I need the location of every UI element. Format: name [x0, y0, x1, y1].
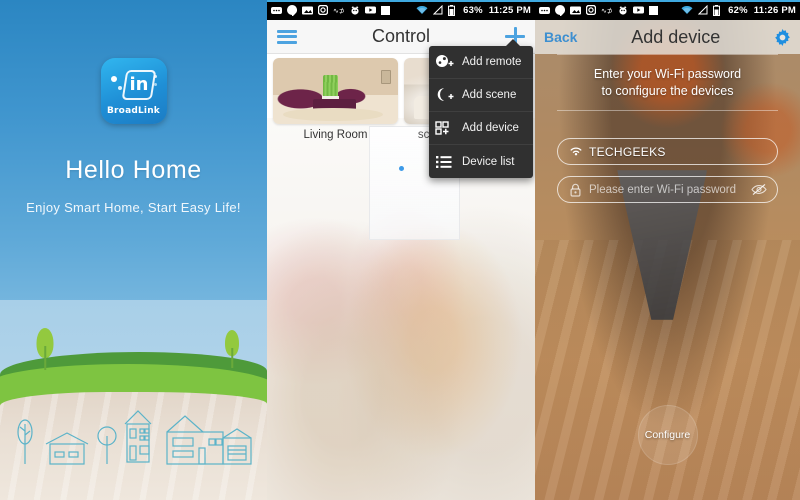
- status-bar: ∿⊅ 63% 11:25 PM: [267, 0, 535, 20]
- eye-off-icon[interactable]: [751, 183, 767, 197]
- app-icon: [618, 5, 628, 15]
- hangouts-icon: [287, 4, 297, 16]
- wifi-password-field[interactable]: Please enter Wi-Fi password: [557, 176, 778, 203]
- remote-add-icon: [435, 53, 455, 71]
- instagram-icon: [586, 5, 596, 15]
- panel-splash-screen: in BroadLink Hello Home Enjoy Smart Home…: [0, 0, 267, 500]
- wifi-icon: [681, 5, 693, 15]
- battery-percent: 63%: [463, 4, 483, 16]
- instructions-text: Enter your Wi-Fi password to configure t…: [535, 55, 800, 110]
- broadlink-app-icon: in BroadLink: [100, 58, 167, 124]
- screenshot-icon: [302, 6, 313, 15]
- panel-control-screen: ∿⊅ 63% 11:25 PM Control Living Room Add …: [267, 0, 535, 500]
- wifi-ssid-field[interactable]: TECHGEEKS: [557, 138, 778, 165]
- wifi-ssid-value: TECHGEEKS: [589, 144, 666, 159]
- small-tree-outline-icon: [17, 419, 33, 464]
- moon-add-icon: [435, 86, 455, 104]
- instagram-icon: [318, 5, 328, 15]
- wifi-icon: [416, 5, 428, 15]
- messages-icon: [539, 6, 550, 15]
- popup-arrow: [505, 39, 521, 47]
- menu-item-add-scene[interactable]: Add scene: [429, 79, 533, 112]
- menu-item-label: Device list: [462, 155, 515, 168]
- app-icon: [350, 5, 360, 15]
- unknown-square-icon: [649, 5, 658, 15]
- hangouts-icon: [555, 4, 565, 16]
- broadlink-logo-container: in BroadLink: [0, 58, 267, 124]
- house-medium-outline-icon: [124, 410, 152, 463]
- status-bar-accent-line: [267, 0, 535, 2]
- status-bar-clock: 11:26 PM: [753, 4, 796, 16]
- house-small-outline-icon: [45, 432, 89, 465]
- logo-dot-icon: [117, 85, 122, 90]
- youtube-icon: [633, 6, 644, 14]
- status-bar-accent-line: [535, 0, 800, 2]
- signal-icon: [698, 5, 708, 15]
- living-room-thumbnail: [273, 58, 398, 124]
- add-popup-menu: Add remote Add scene Add device Device l…: [429, 39, 533, 178]
- list-icon: [435, 153, 455, 171]
- wd-icon: ∿⊅: [601, 6, 613, 14]
- signal-icon: [433, 5, 443, 15]
- svg-text:∿⊅: ∿⊅: [333, 7, 345, 14]
- menu-item-label: Add remote: [462, 56, 522, 68]
- broadlink-mark-icon: in: [110, 67, 158, 105]
- gear-icon[interactable]: [774, 28, 791, 46]
- battery-icon: [448, 4, 456, 16]
- wifi-password-placeholder: Please enter Wi-Fi password: [589, 183, 736, 196]
- lock-icon: [568, 182, 583, 197]
- status-bar: ∿⊅ 62% 11:26 PM: [535, 0, 800, 20]
- unknown-square-icon: [381, 5, 390, 15]
- panel-add-device-screen: ∿⊅ 62% 11:26 PM Back Add device Enter yo…: [535, 0, 800, 500]
- round-tree-outline-icon: [97, 426, 117, 464]
- menu-item-label: Add scene: [462, 89, 517, 101]
- logo-dot-icon: [110, 75, 117, 82]
- logo-dot-icon: [153, 82, 157, 86]
- divider-bottom: [557, 110, 778, 111]
- logo-dot-icon: [153, 74, 157, 78]
- page-dot-active[interactable]: [398, 166, 404, 171]
- menu-item-add-remote[interactable]: Add remote: [429, 46, 533, 79]
- house-large-outline-icon: [166, 415, 252, 465]
- splash-subtitle: Enjoy Smart Home, Start Easy Life!: [26, 200, 241, 215]
- three-panel-screenshot: in BroadLink Hello Home Enjoy Smart Home…: [0, 0, 800, 500]
- wifi-icon: [568, 144, 583, 159]
- configure-button[interactable]: Configure: [637, 405, 698, 465]
- battery-percent: 62%: [728, 4, 748, 16]
- splash-title: Hello Home: [65, 156, 202, 184]
- youtube-icon: [365, 6, 376, 14]
- app-bar: Back Add device: [535, 20, 800, 54]
- menu-item-label: Add device: [462, 122, 519, 134]
- room-card[interactable]: Living Room: [273, 58, 398, 150]
- wd-icon: ∿⊅: [333, 6, 345, 14]
- status-bar-clock: 11:25 PM: [488, 4, 531, 16]
- menu-item-add-device[interactable]: Add device: [429, 112, 533, 145]
- page-title: Control: [371, 26, 431, 46]
- menu-item-device-list[interactable]: Device list: [429, 145, 533, 178]
- logo-brand-text: BroadLink: [106, 105, 160, 116]
- instructions-line-1: Enter your Wi-Fi password: [593, 67, 742, 81]
- back-button[interactable]: Back: [544, 29, 577, 45]
- page-title: Add device: [631, 26, 721, 47]
- tree-icon: [34, 328, 56, 370]
- tree-icon: [222, 330, 242, 368]
- screenshot-icon: [570, 6, 581, 15]
- room-card-label: Living Room: [303, 129, 368, 141]
- svg-text:∿⊅: ∿⊅: [601, 7, 613, 14]
- grid-add-icon: [435, 119, 455, 137]
- battery-icon: [713, 4, 721, 16]
- hamburger-icon[interactable]: [277, 29, 297, 44]
- messages-icon: [271, 6, 282, 15]
- add-device-content: Enter your Wi-Fi password to configure t…: [535, 54, 800, 500]
- logo-mark-text: in: [129, 73, 149, 95]
- instructions-line-2: to configure the devices: [601, 84, 734, 98]
